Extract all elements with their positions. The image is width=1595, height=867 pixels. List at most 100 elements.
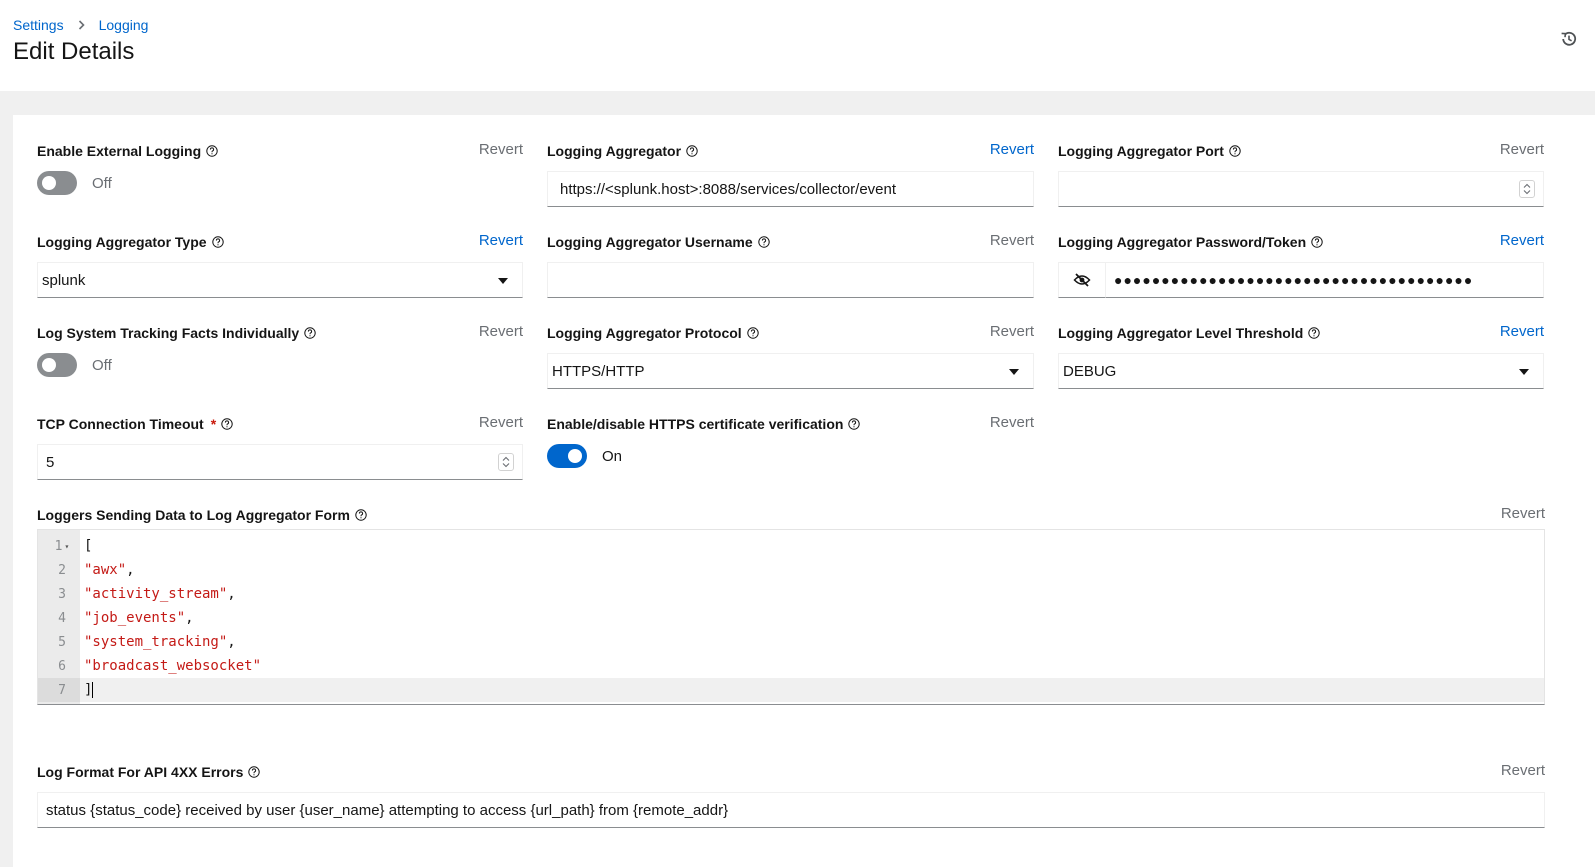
question-circle-icon[interactable] (355, 509, 367, 521)
selected-value: HTTPS/HTTP (552, 362, 645, 380)
logging-aggregator-port-input[interactable] (1058, 171, 1544, 207)
enable-external-logging-field: Enable External Logging Revert Off (37, 141, 523, 209)
field-label: Logging Aggregator Level Threshold (1058, 325, 1304, 341)
revert-button[interactable]: Revert (1500, 232, 1544, 249)
code-line: "system_tracking", (84, 634, 236, 650)
logging-aggregator-protocol-select[interactable]: HTTPS/HTTP (547, 353, 1034, 389)
enable-external-logging-toggle[interactable] (37, 171, 77, 195)
spinner-arrows-icon (502, 456, 510, 468)
log-system-tracking-facts-field: Log System Tracking Facts Individually R… (37, 323, 523, 391)
breadcrumb: Settings Logging (13, 17, 148, 33)
code-line: "job_events", (84, 610, 194, 626)
line-number: 6 (58, 658, 66, 674)
field-label: Logging Aggregator Password/Token (1058, 234, 1307, 250)
field-label: Log System Tracking Facts Individually (37, 325, 300, 341)
revert-button[interactable]: Revert (1500, 141, 1544, 158)
logging-aggregator-type-field: Logging Aggregator Type Revert splunk (37, 232, 523, 300)
log-system-tracking-toggle[interactable] (37, 353, 77, 377)
question-circle-icon[interactable] (1311, 236, 1323, 248)
selected-value: splunk (42, 271, 86, 289)
logging-aggregator-username-field: Logging Aggregator Username Revert (547, 232, 1034, 300)
logging-aggregator-level-field: Logging Aggregator Level Threshold Rever… (1058, 323, 1544, 391)
field-label: Loggers Sending Data to Log Aggregator F… (37, 507, 350, 523)
line-number: 3 (58, 586, 66, 602)
logging-aggregator-password-field: Logging Aggregator Password/Token Revert… (1058, 232, 1544, 300)
revert-button[interactable]: Revert (990, 141, 1034, 158)
question-circle-icon[interactable] (848, 418, 861, 430)
number-spinner[interactable] (1519, 180, 1535, 198)
question-circle-icon[interactable] (221, 418, 233, 430)
code-line: [ (84, 538, 93, 554)
logging-aggregator-level-select[interactable]: DEBUG (1058, 353, 1544, 389)
number-spinner[interactable] (498, 453, 514, 471)
field-label: Logging Aggregator Protocol (547, 325, 742, 341)
logging-aggregator-type-select[interactable]: splunk (37, 262, 523, 298)
question-circle-icon[interactable] (1308, 327, 1320, 339)
code-line: "broadcast_websocket" (84, 658, 262, 674)
revert-button[interactable]: Revert (1500, 323, 1544, 340)
revert-button[interactable]: Revert (479, 323, 523, 340)
code-line: ] (80, 678, 1544, 702)
page-title: Edit Details (13, 38, 135, 65)
line-number: 5 (58, 634, 66, 650)
revert-button[interactable]: Revert (479, 414, 523, 431)
question-circle-icon[interactable] (211, 236, 224, 248)
code-line: "activity_stream", (84, 586, 236, 602)
text-cursor (92, 682, 94, 698)
revert-button[interactable]: Revert (990, 232, 1034, 249)
selected-value: DEBUG (1063, 362, 1117, 380)
toggle-knob (568, 449, 582, 463)
chevron-right-icon (78, 20, 85, 30)
tcp-connection-timeout-field: TCP Connection Timeout * Revert 5 (37, 414, 523, 482)
page-header: Settings Logging Edit Details (0, 0, 1595, 91)
question-circle-icon[interactable] (1229, 145, 1241, 157)
eye-slash-icon[interactable] (1058, 262, 1106, 298)
field-label: Logging Aggregator Type (37, 234, 207, 250)
revert-button[interactable]: Revert (990, 323, 1034, 340)
field-label: Log Format For API 4XX Errors (37, 764, 244, 780)
logging-aggregator-protocol-field: Logging Aggregator Protocol Revert HTTPS… (547, 323, 1034, 391)
revert-button[interactable]: Revert (479, 141, 523, 158)
revert-button[interactable]: Revert (1501, 505, 1545, 522)
question-circle-icon[interactable] (686, 145, 698, 157)
question-circle-icon[interactable] (206, 145, 218, 157)
question-circle-icon[interactable] (304, 327, 316, 339)
logging-aggregator-input[interactable]: https://<splunk.host>:8088/services/coll… (547, 171, 1034, 207)
logging-aggregator-username-input[interactable] (547, 262, 1034, 298)
question-circle-icon[interactable] (746, 327, 759, 339)
revert-button[interactable]: Revert (1501, 762, 1545, 779)
question-circle-icon[interactable] (757, 236, 770, 248)
history-icon[interactable] (1560, 30, 1580, 50)
https-verification-toggle[interactable] (547, 444, 587, 468)
log-format-4xx-field: Log Format For API 4XX Errors Revert sta… (37, 762, 1545, 830)
line-number: 1 ▾ (54, 538, 70, 554)
caret-down-icon (498, 278, 508, 284)
log-format-4xx-input[interactable]: status {status_code} received by user {u… (37, 792, 1545, 828)
toggle-knob (42, 176, 56, 190)
breadcrumb-logging-link[interactable]: Logging (99, 17, 149, 33)
caret-down-icon (1009, 369, 1019, 375)
field-label: TCP Connection Timeout (37, 416, 204, 432)
revert-button[interactable]: Revert (479, 232, 523, 249)
question-circle-icon[interactable] (248, 766, 261, 778)
password-input[interactable]: ●●●●●●●●●●●●●●●●●●●●●●●●●●●●●●●●●●●●●● (1106, 262, 1544, 298)
breadcrumb-settings-link[interactable]: Settings (13, 17, 64, 33)
fold-arrow-icon[interactable]: ▾ (65, 542, 70, 551)
toggle-state-label: Off (92, 174, 112, 192)
field-label: Logging Aggregator Port (1058, 143, 1224, 159)
code-editor[interactable]: 1 ▾ 2 3 4 5 6 7 [ "awx", "activity_stream… (37, 529, 1545, 705)
line-number: 4 (58, 610, 66, 626)
tcp-connection-timeout-input[interactable]: 5 (37, 444, 523, 480)
revert-button[interactable]: Revert (990, 414, 1034, 431)
settings-form-card: Enable External Logging Revert Off Loggi… (13, 115, 1595, 867)
spinner-arrows-icon (1523, 183, 1531, 195)
https-verification-field: Enable/disable HTTPS certificate verific… (547, 414, 1034, 482)
logging-aggregator-port-field: Logging Aggregator Port Revert (1058, 141, 1544, 209)
field-label: Logging Aggregator (547, 143, 682, 159)
required-marker: * (210, 416, 217, 432)
toggle-state-label: Off (92, 356, 112, 374)
field-label: Enable External Logging (37, 143, 202, 159)
field-label: Logging Aggregator Username (547, 234, 753, 250)
code-line: "awx", (84, 562, 135, 578)
logging-aggregator-field: Logging Aggregator Revert https://<splun… (547, 141, 1034, 209)
